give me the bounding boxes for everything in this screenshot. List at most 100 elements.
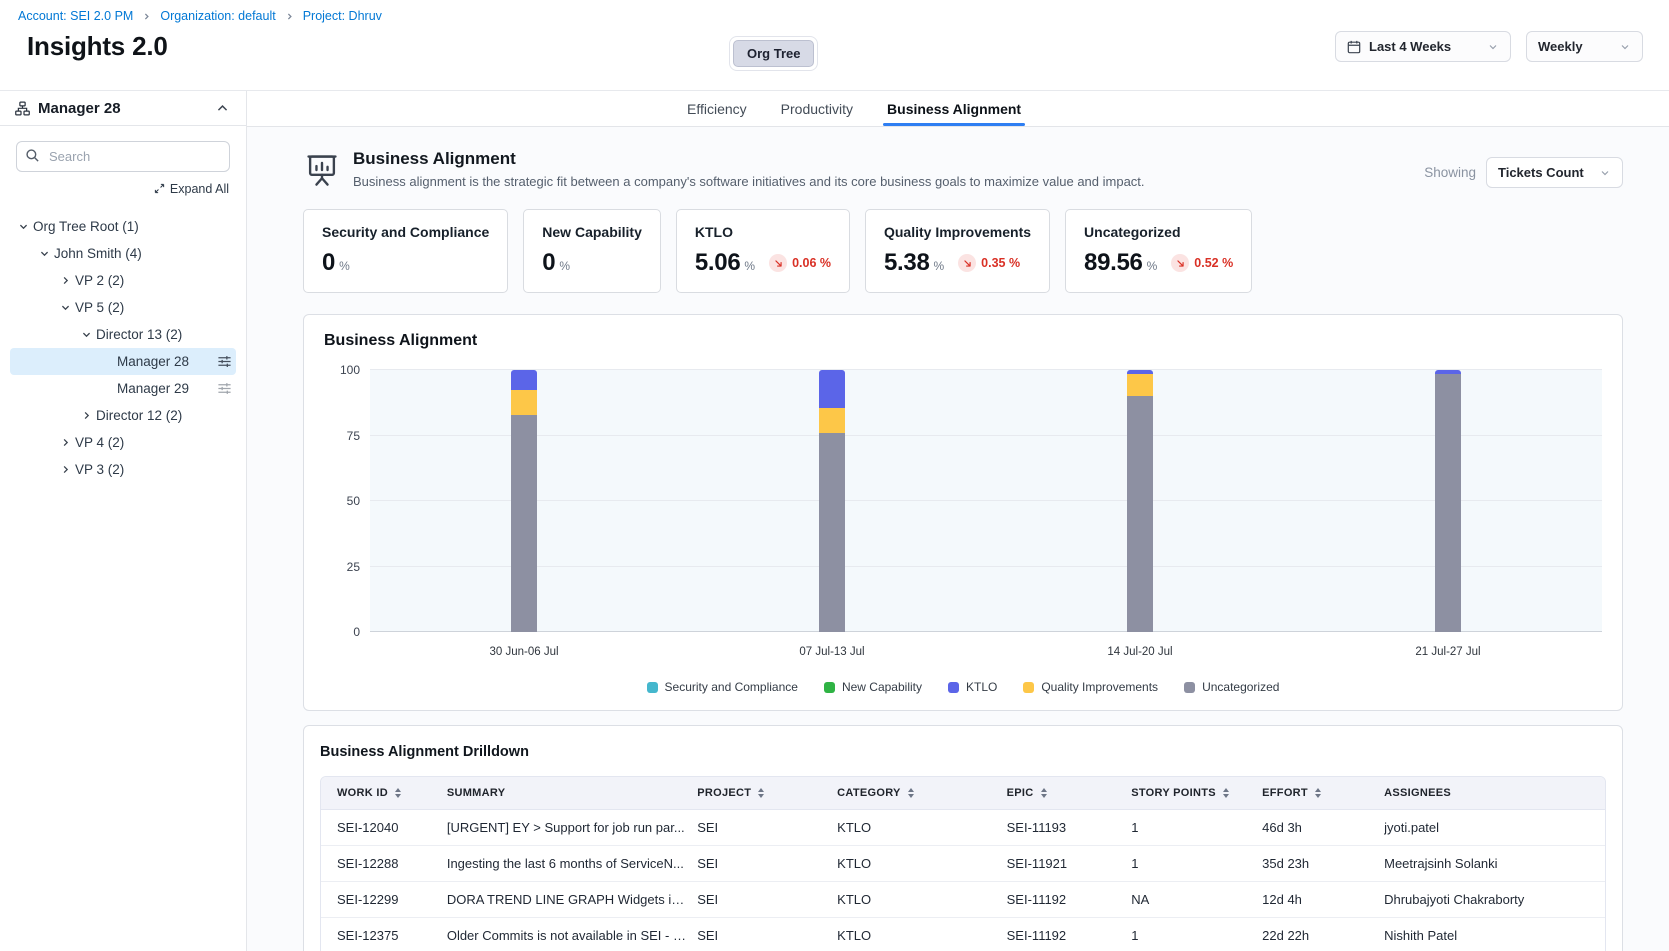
hierarchy-icon <box>15 101 30 116</box>
legend-item[interactable]: New Capability <box>824 680 922 694</box>
table-cell: KTLO <box>837 820 1006 835</box>
table-cell: SEI-12375 <box>321 928 447 943</box>
drilldown-table: WORK IDSUMMARYPROJECT CATEGORYEPICSTORY P… <box>320 776 1606 951</box>
chart-x-labels: 30 Jun-06 Jul07 Jul-13 Jul14 Jul-20 Jul2… <box>370 646 1602 658</box>
table-cell: jyoti.patel <box>1384 820 1605 835</box>
stat-delta-badge: 0.35 % <box>958 254 1020 272</box>
tree-item[interactable]: Director 13 (2) <box>10 321 236 348</box>
column-header-project[interactable]: PROJECT <box>697 787 837 799</box>
chevron-right-icon[interactable] <box>77 406 96 425</box>
tree-item-label: Director 12 (2) <box>96 408 182 423</box>
bar-segment-quality-improvements[interactable] <box>819 408 845 433</box>
table-cell: SEI <box>697 820 837 835</box>
stat-card-unit: % <box>559 259 570 273</box>
bar-segment-ktlo[interactable] <box>819 370 845 408</box>
x-axis-tick-label: 21 Jul-27 Jul <box>1294 646 1602 658</box>
tree-item-label: Manager 29 <box>117 381 189 396</box>
granularity-select[interactable]: Weekly <box>1526 31 1643 62</box>
table-row[interactable]: SEI-12288Ingesting the last 6 months of … <box>321 846 1605 882</box>
column-header-epic[interactable]: EPIC <box>1007 787 1132 799</box>
showing-select[interactable]: Tickets Count <box>1486 157 1623 188</box>
stacked-bar <box>1435 370 1461 632</box>
tree-item[interactable]: John Smith (4) <box>10 240 236 267</box>
table-row[interactable]: SEI-12040[URGENT] EY > Support for job r… <box>321 810 1605 846</box>
trend-down-icon <box>1171 254 1189 272</box>
chevron-down-icon[interactable] <box>77 325 96 344</box>
tree-item-label: John Smith (4) <box>54 246 142 261</box>
sort-icon <box>908 788 914 798</box>
granularity-value: Weekly <box>1538 39 1611 54</box>
sort-icon <box>1315 788 1321 798</box>
tree-item[interactable]: VP 5 (2) <box>10 294 236 321</box>
section-title: Business Alignment <box>353 149 1145 169</box>
showing-label: Showing <box>1424 165 1476 180</box>
search-icon <box>25 148 40 163</box>
breadcrumb-link[interactable]: Account: SEI 2.0 PM <box>18 9 133 23</box>
column-header-assignees[interactable]: ASSIGNEES <box>1384 787 1605 799</box>
y-axis-tick-label: 100 <box>324 363 360 377</box>
stat-delta-value: 0.06 % <box>792 256 831 270</box>
tree-item[interactable]: Manager 28 <box>10 348 236 375</box>
legend-item[interactable]: KTLO <box>948 680 997 694</box>
bar-segment-uncategorized[interactable] <box>511 415 537 632</box>
stat-card-value: 5.06 <box>695 249 741 277</box>
legend-label: New Capability <box>842 680 922 694</box>
bar-segment-quality-improvements[interactable] <box>1127 374 1153 396</box>
chevron-right-icon[interactable] <box>56 271 75 290</box>
tab-business-alignment[interactable]: Business Alignment <box>887 91 1021 126</box>
search-input[interactable] <box>16 141 230 172</box>
chevron-down-icon[interactable] <box>35 244 54 263</box>
chevron-down-icon[interactable] <box>56 298 75 317</box>
breadcrumb-link[interactable]: Project: Dhruv <box>303 9 382 23</box>
bar-segment-ktlo[interactable] <box>511 370 537 390</box>
x-axis-tick-label: 30 Jun-06 Jul <box>370 646 678 658</box>
column-header-work-id[interactable]: WORK ID <box>321 787 447 799</box>
stat-card-value: 0 <box>322 249 335 277</box>
chevron-down-icon[interactable] <box>14 217 33 236</box>
tree-item[interactable]: VP 2 (2) <box>10 267 236 294</box>
breadcrumb-link[interactable]: Organization: default <box>160 9 275 23</box>
table-cell: KTLO <box>837 928 1006 943</box>
table-row[interactable]: SEI-12299DORA TREND LINE GRAPH Widgets i… <box>321 882 1605 918</box>
filter-sliders-icon[interactable] <box>217 381 232 396</box>
column-header-summary[interactable]: SUMMARY <box>447 787 697 799</box>
bar-segment-uncategorized[interactable] <box>819 433 845 632</box>
tree-item[interactable]: VP 3 (2) <box>10 456 236 483</box>
legend-item[interactable]: Quality Improvements <box>1023 680 1158 694</box>
tab-efficiency[interactable]: Efficiency <box>687 91 747 126</box>
tab-bar: Efficiency Productivity Business Alignment <box>247 91 1669 127</box>
tree-item[interactable]: VP 4 (2) <box>10 429 236 456</box>
drilldown-title: Business Alignment Drilldown <box>320 744 1606 760</box>
content: Business Alignment Business alignment is… <box>247 127 1669 951</box>
legend-item[interactable]: Uncategorized <box>1184 680 1279 694</box>
legend-swatch <box>948 682 959 693</box>
tree-item[interactable]: Manager 29 <box>10 375 236 402</box>
column-header-effort[interactable]: EFFORT <box>1262 787 1384 799</box>
date-range-select[interactable]: Last 4 Weeks <box>1335 31 1511 62</box>
stat-card-value: 5.38 <box>884 249 930 277</box>
stat-value-row: 5.06%0.06 % <box>695 249 831 277</box>
table-cell: SEI-11193 <box>1007 820 1132 835</box>
expand-all-button[interactable]: Expand All <box>154 182 229 196</box>
collapse-sidebar-button[interactable] <box>214 100 231 117</box>
table-row[interactable]: SEI-12375Older Commits is not available … <box>321 918 1605 951</box>
bar-segment-quality-improvements[interactable] <box>511 390 537 415</box>
bar-segment-uncategorized[interactable] <box>1435 374 1461 632</box>
filter-sliders-icon[interactable] <box>217 354 232 369</box>
tree-item[interactable]: Director 12 (2) <box>10 402 236 429</box>
legend-item[interactable]: Security and Compliance <box>647 680 798 694</box>
bar-segment-uncategorized[interactable] <box>1127 396 1153 632</box>
column-header-story-points[interactable]: STORY POINTS <box>1131 787 1262 799</box>
tab-productivity[interactable]: Productivity <box>781 91 853 126</box>
chevron-right-icon[interactable] <box>56 460 75 479</box>
column-header-category[interactable]: CATEGORY <box>837 787 1006 799</box>
tree-item-label: Manager 28 <box>117 354 189 369</box>
tree-item[interactable]: Org Tree Root (1) <box>10 213 236 240</box>
column-header-label: PROJECT <box>697 787 751 799</box>
chevron-right-icon[interactable] <box>56 433 75 452</box>
drilldown-card: Business Alignment Drilldown WORK IDSUMM… <box>303 725 1623 951</box>
table-cell: SEI <box>697 928 837 943</box>
table-cell: SEI-12299 <box>321 892 447 907</box>
tree-indent-spacer <box>98 352 117 371</box>
org-tree-button[interactable]: Org Tree <box>733 40 814 67</box>
